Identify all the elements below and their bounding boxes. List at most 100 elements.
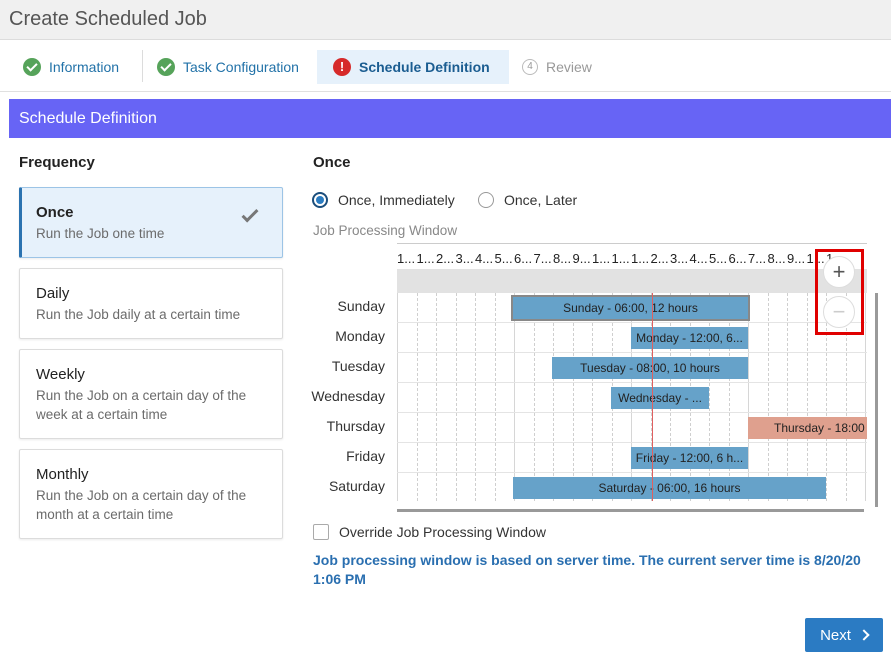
axis-tick-label: 5...	[494, 251, 513, 266]
processing-window-bar[interactable]: Saturday - 06:00, 16 hours	[513, 477, 826, 499]
frequency-option-once[interactable]: Once Run the Job one time	[19, 187, 283, 258]
grid-line	[397, 472, 867, 473]
radio-once-later[interactable]: Once, Later	[478, 191, 577, 209]
step-label: Schedule Definition	[359, 59, 490, 75]
check-circle-icon	[157, 58, 175, 76]
chart-grid: Sunday - 06:00, 12 hours Monday - 12:00, …	[397, 293, 867, 501]
grid-line	[767, 293, 769, 501]
day-label: Friday	[346, 448, 385, 464]
check-circle-icon	[23, 58, 41, 76]
processing-window-bar[interactable]: Thursday - 18:00	[748, 417, 867, 439]
radio-button[interactable]	[478, 192, 494, 208]
override-checkbox[interactable]	[313, 524, 329, 540]
day-label: Sunday	[337, 298, 385, 314]
step-divider	[142, 50, 143, 82]
override-checkbox-row[interactable]: Override Job Processing Window	[313, 523, 546, 541]
next-label: Next	[820, 626, 851, 644]
step-label: Review	[546, 59, 592, 75]
option-description: Run the Job one time	[36, 226, 165, 241]
day-label: Saturday	[328, 478, 385, 494]
highlight-box	[815, 249, 864, 335]
axis-tick-label: 7...	[533, 251, 552, 266]
processing-window-bar[interactable]: Sunday - 06:00, 12 hours	[511, 295, 750, 321]
option-title: Daily	[36, 285, 70, 302]
error-icon	[333, 58, 351, 76]
time-axis: 1... 1... 2... 3... 4... 5... 6... 7... 8... 9...…	[397, 243, 867, 269]
step-review[interactable]: 4 Review	[522, 50, 592, 84]
axis-tick-label: 4...	[689, 251, 708, 266]
title-bar: Create Scheduled Job	[0, 0, 891, 40]
option-description: Run the Job on a certain day of the week…	[36, 388, 247, 422]
frequency-option-monthly[interactable]: Monthly Run the Job on a certain day of …	[19, 449, 283, 539]
step-label: Information	[49, 59, 120, 75]
option-title: Weekly	[36, 366, 85, 383]
override-label: Override Job Processing Window	[339, 524, 546, 540]
option-description: Run the Job daily at a certain time	[36, 307, 241, 322]
wizard-steps: Information Task Configuration Schedule …	[0, 42, 891, 92]
processing-window-bar[interactable]: Tuesday - 08:00, 10 hours	[552, 357, 748, 379]
grid-line	[709, 293, 710, 501]
axis-tick-label: 4...	[475, 251, 494, 266]
radio-button-checked[interactable]	[312, 192, 328, 208]
step-schedule-definition[interactable]: Schedule Definition	[317, 50, 509, 84]
axis-tick-label: 8...	[553, 251, 572, 266]
grid-line	[748, 293, 749, 501]
step-number-badge: 4	[522, 59, 538, 75]
frequency-option-weekly[interactable]: Weekly Run the Job on a certain day of t…	[19, 349, 283, 439]
processing-window-label: Job Processing Window	[313, 223, 458, 238]
axis-tick-label: 8...	[767, 251, 786, 266]
option-description: Run the Job on a certain day of the mont…	[36, 488, 247, 522]
grid-line	[806, 293, 808, 501]
grid-line	[397, 352, 867, 353]
axis-tick-label: 1...	[631, 251, 650, 266]
axis-band	[397, 269, 867, 293]
option-title: Once	[36, 204, 74, 221]
chevron-right-icon	[858, 629, 870, 641]
frequency-title: Frequency	[19, 154, 95, 171]
grid-line	[397, 442, 867, 443]
grid-line	[494, 293, 496, 501]
axis-tick-label: 3...	[670, 251, 689, 266]
axis-tick-label: 1...	[397, 251, 416, 266]
grid-line	[553, 293, 554, 501]
horizontal-scrollbar[interactable]	[397, 509, 864, 512]
axis-tick-label: 2...	[436, 251, 455, 266]
grid-line	[397, 322, 867, 323]
radio-label: Once, Later	[504, 192, 578, 208]
step-label: Task Configuration	[183, 59, 299, 75]
day-label: Monday	[335, 328, 385, 344]
processing-window-bar[interactable]: Friday - 12:00, 6 h...	[631, 447, 748, 469]
once-title: Once	[313, 154, 351, 171]
vertical-scrollbar[interactable]	[875, 293, 878, 507]
processing-window-bar[interactable]: Wednesday - ...	[611, 387, 709, 409]
day-label: Thursday	[326, 418, 385, 434]
axis-tick-label: 1...	[416, 251, 435, 266]
step-task-configuration[interactable]: Task Configuration	[157, 50, 299, 84]
grid-line	[728, 293, 730, 501]
grid-line	[475, 293, 476, 501]
radio-once-immediately[interactable]: Once, Immediately	[312, 191, 455, 209]
page-title: Create Scheduled Job	[9, 8, 207, 30]
processing-window-bar[interactable]: Monday - 12:00, 6...	[631, 327, 748, 349]
section-header: Schedule Definition	[9, 99, 891, 138]
processing-window-chart: 1... 1... 2... 3... 4... 5... 6... 7... 8... 9...…	[300, 243, 891, 523]
grid-line	[455, 293, 457, 501]
grid-line	[514, 293, 515, 501]
grid-line	[865, 293, 866, 501]
axis-tick-label: 1...	[611, 251, 630, 266]
step-information[interactable]: Information	[23, 50, 119, 84]
axis-tick-label: 9...	[572, 251, 591, 266]
axis-tick-label: 3...	[455, 251, 474, 266]
grid-line	[592, 293, 593, 501]
grid-line	[533, 293, 535, 501]
frequency-option-daily[interactable]: Daily Run the Job daily at a certain tim…	[19, 268, 283, 339]
axis-tick-label: 6...	[728, 251, 747, 266]
grid-line	[572, 293, 574, 501]
option-title: Monthly	[36, 466, 89, 483]
grid-line	[397, 293, 398, 501]
axis-tick-label: 7...	[748, 251, 767, 266]
next-button[interactable]: Next	[805, 618, 883, 652]
server-time-note: Job processing window is based on server…	[313, 552, 861, 587]
current-time-line	[652, 293, 653, 501]
day-label: Wednesday	[311, 388, 385, 404]
